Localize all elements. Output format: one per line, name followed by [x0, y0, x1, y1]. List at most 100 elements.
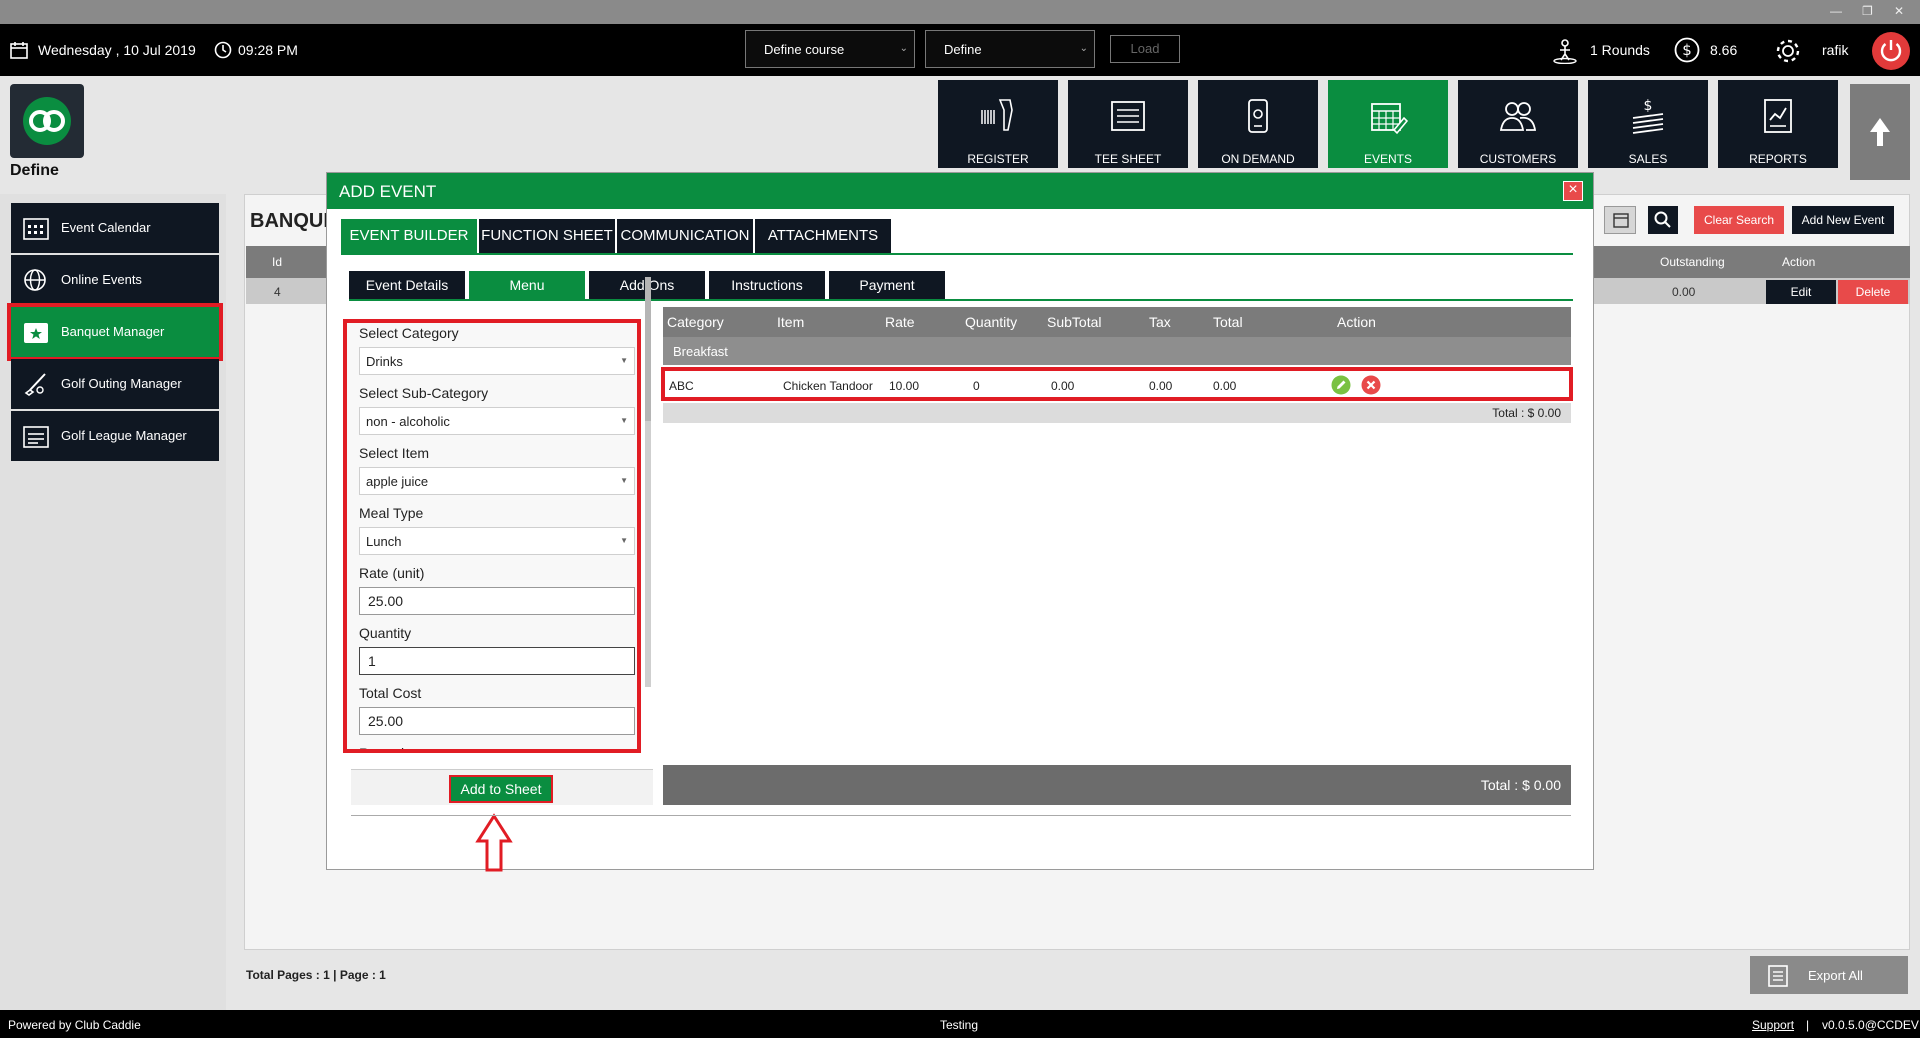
load-button[interactable]: Load — [1110, 35, 1180, 63]
meal-type-select[interactable]: Lunch ▼ — [359, 527, 635, 555]
divider — [351, 815, 1571, 816]
table-row[interactable]: ABC Chicken Tandoor 10.00 0 0.00 0.00 0.… — [661, 367, 1573, 401]
group-row: Breakfast — [663, 337, 1571, 365]
dropdown-caret-icon: ▼ — [620, 476, 628, 485]
module-label: REGISTER — [967, 152, 1029, 166]
group-label: Breakfast — [673, 344, 728, 359]
barcode-scanner-icon — [981, 99, 1013, 131]
category-select[interactable]: Drinks ▼ — [359, 347, 635, 375]
globe-icon — [24, 269, 46, 291]
module-customers[interactable]: CUSTOMERS — [1458, 80, 1578, 168]
balance-value: 8.66 — [1710, 42, 1738, 58]
cell-category: ABC — [669, 379, 694, 393]
grand-total: Total : $ 0.00 — [1480, 777, 1561, 793]
subtab-payment[interactable]: Payment — [829, 271, 945, 299]
user-name[interactable]: rafik — [1822, 42, 1848, 58]
sidebar-item-banquet-manager[interactable]: Banquet Manager — [7, 303, 223, 361]
minimize-icon[interactable]: — — [1830, 4, 1842, 18]
tab-attachments[interactable]: ATTACHMENTS — [755, 219, 891, 253]
column-header: Quantity — [965, 314, 1018, 330]
rate-input[interactable]: 25.00 — [359, 587, 635, 615]
brand-label: Define — [10, 162, 59, 179]
module-on-demand[interactable]: ON DEMAND — [1198, 80, 1318, 168]
group-subtotal-row: Total : $ 0.00 — [663, 403, 1571, 423]
define-select-value: Define — [944, 42, 982, 57]
subcategory-label: Select Sub-Category — [359, 385, 489, 401]
subtab-menu[interactable]: Menu — [469, 271, 585, 299]
rate-label: Rate (unit) — [359, 565, 425, 581]
current-date: Wednesday , 10 Jul 2019 — [38, 42, 196, 58]
sidebar-item-golf-league-manager[interactable]: Golf League Manager — [11, 411, 219, 461]
module-sales[interactable]: $ SALES — [1588, 80, 1708, 168]
restore-icon[interactable]: ❐ — [1862, 4, 1873, 18]
module-events[interactable]: EVENTS — [1328, 80, 1448, 168]
cell-subtotal: 0.00 — [1051, 379, 1075, 393]
people-icon — [1499, 102, 1537, 131]
export-all-button[interactable]: Export All — [1750, 956, 1908, 994]
total-cost-input[interactable]: 25.00 — [359, 707, 635, 735]
meal-type-value: Lunch — [366, 534, 402, 549]
close-window-icon[interactable]: ✕ — [1894, 4, 1904, 18]
quantity-label: Quantity — [359, 625, 412, 641]
define-select[interactable]: Define ⌄ — [925, 30, 1095, 68]
environment-label: Testing — [940, 1018, 979, 1032]
sidebar-item-label: Golf League Manager — [61, 428, 187, 443]
add-to-sheet-button[interactable]: Add to Sheet — [449, 775, 553, 803]
club-caddie-logo-icon — [23, 97, 71, 145]
sidebar-item-event-calendar[interactable]: Event Calendar — [11, 203, 219, 253]
sidebar-item-golf-outing-manager[interactable]: Golf Outing Manager — [11, 359, 219, 409]
course-select[interactable]: Define course ⌄ — [745, 30, 915, 68]
edit-pencil-icon[interactable] — [1331, 375, 1351, 395]
form-scrollbar-thumb[interactable] — [645, 277, 651, 421]
quantity-input[interactable]: 1 — [359, 647, 635, 675]
column-header: Action — [1782, 255, 1816, 269]
remarks-label: Remarks — [359, 745, 416, 753]
dropdown-caret-icon: ▼ — [620, 416, 628, 425]
meal-type-label: Meal Type — [359, 505, 424, 521]
column-header: Category — [667, 314, 724, 330]
subtab-instructions[interactable]: Instructions — [709, 271, 825, 299]
tab-underline — [341, 253, 1573, 255]
power-icon — [1880, 40, 1902, 62]
edit-button[interactable]: Edit — [1766, 280, 1836, 304]
power-button[interactable] — [1872, 32, 1910, 70]
module-label: EVENTS — [1363, 152, 1412, 166]
add-new-event-button[interactable]: Add New Event — [1792, 206, 1894, 234]
sidebar-item-label: Golf Outing Manager — [61, 376, 182, 391]
sidebar-item-label: Online Events — [61, 272, 142, 287]
menu-item-form: Select Category Drinks ▼ Select Sub-Cate… — [343, 319, 641, 753]
rounds-count: 1 Rounds — [1590, 42, 1650, 58]
version-label: v0.0.5.0@CCDEV — [1822, 1018, 1919, 1032]
clock-icon — [214, 41, 232, 59]
sidebar-item-online-events[interactable]: Online Events — [11, 255, 219, 305]
calendar-grid-icon — [23, 218, 49, 240]
report-chart-icon — [1764, 99, 1792, 133]
close-icon[interactable]: × — [1563, 181, 1583, 201]
module-register[interactable]: REGISTER — [938, 80, 1058, 168]
module-label: ON DEMAND — [1221, 152, 1295, 166]
column-header: Rate — [885, 314, 915, 330]
tab-communication[interactable]: COMMUNICATION — [617, 219, 753, 253]
module-tee-sheet[interactable]: TEE SHEET — [1068, 80, 1188, 168]
footer-separator: | — [1806, 1018, 1810, 1032]
date-picker-button[interactable] — [1604, 206, 1636, 234]
scroll-up-button[interactable] — [1850, 84, 1910, 180]
cell-quantity: 0 — [973, 379, 980, 393]
chevron-down-icon: ⌄ — [1079, 43, 1088, 54]
item-select[interactable]: apple juice ▼ — [359, 467, 635, 495]
tab-function-sheet[interactable]: FUNCTION SHEET — [479, 219, 615, 253]
tab-event-builder[interactable]: EVENT BUILDER — [341, 219, 477, 253]
subcategory-select[interactable]: non - alcoholic ▼ — [359, 407, 635, 435]
column-header: Total — [1213, 314, 1243, 330]
calendar-icon — [1613, 213, 1629, 228]
export-list-icon — [1768, 965, 1788, 987]
support-link[interactable]: Support — [1752, 1018, 1794, 1032]
subtab-event-details[interactable]: Event Details — [349, 271, 465, 299]
delete-x-icon[interactable] — [1361, 375, 1381, 395]
gear-icon[interactable] — [1774, 37, 1802, 65]
module-reports[interactable]: REPORTS — [1718, 80, 1838, 168]
clear-search-button[interactable]: Clear Search — [1694, 206, 1784, 234]
search-button[interactable] — [1648, 206, 1678, 234]
delete-button[interactable]: Delete — [1838, 280, 1908, 304]
total-cost-label: Total Cost — [359, 685, 422, 701]
